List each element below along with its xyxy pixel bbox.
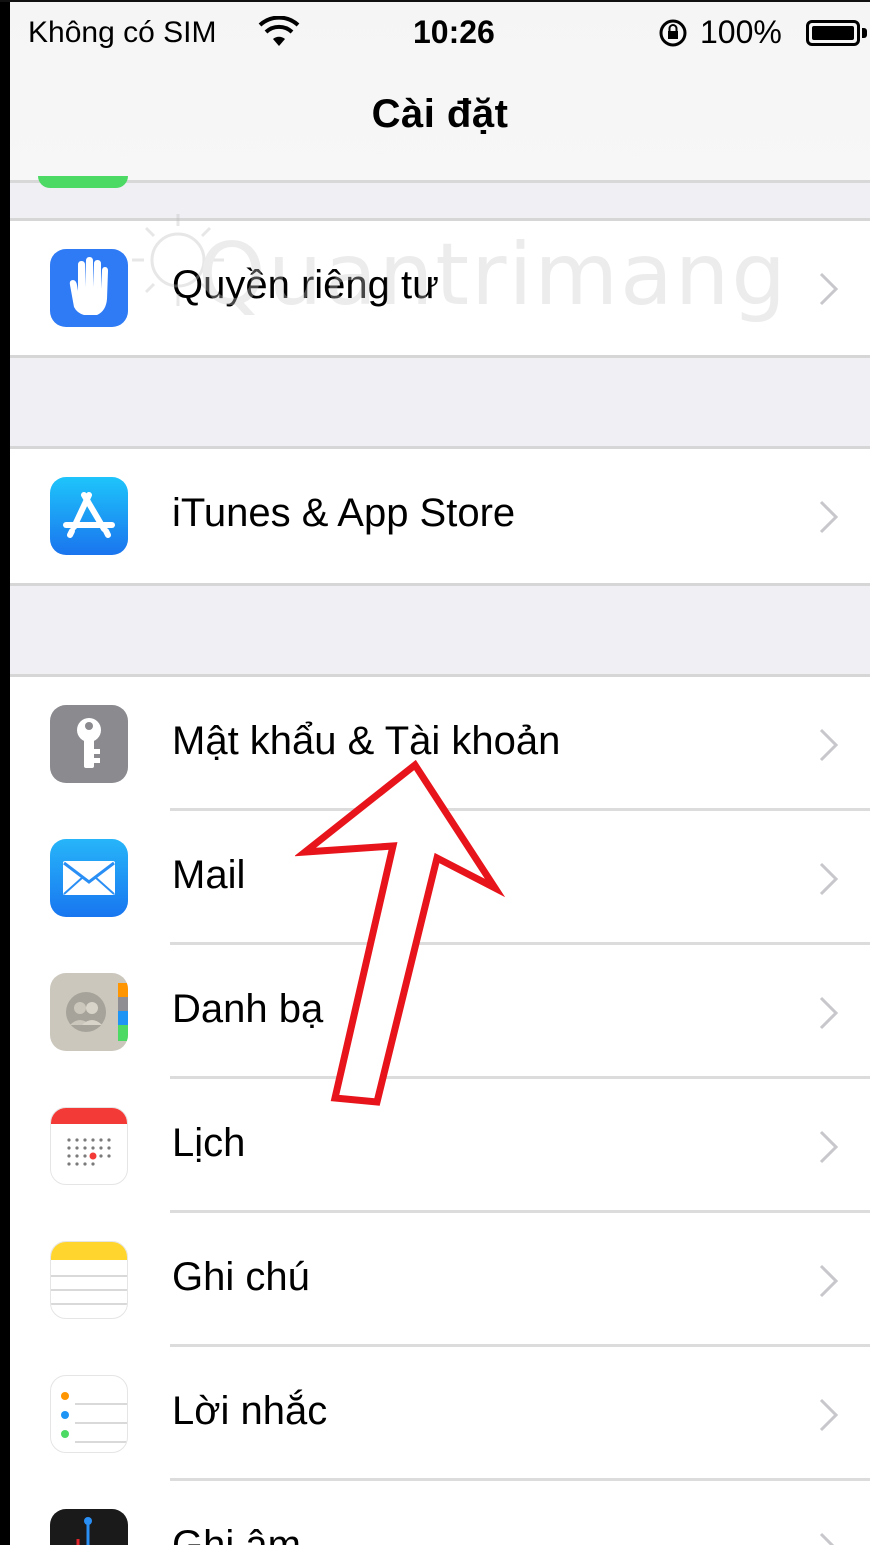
chevron-right-icon [819, 1130, 839, 1164]
status-bar: Không có SIM 10:26 100% [10, 0, 870, 68]
settings-row-label: Ghi âm [172, 1523, 301, 1545]
app-store-group: iTunes & App Store [10, 446, 870, 586]
battery-icon [806, 20, 860, 46]
settings-row-itunes-app-store[interactable]: iTunes & App Store [10, 449, 870, 583]
page-title: Cài đặt [371, 92, 509, 136]
clock: 10:26 [413, 14, 495, 50]
settings-row-label: iTunes & App Store [172, 491, 516, 535]
settings-row-voice-memos[interactable]: Ghi âm [10, 1481, 870, 1545]
battery-tip [862, 28, 867, 38]
accounts-apps-group: Mật khẩu & Tài khoản Mail Danh bạ Lịch G… [10, 674, 870, 1545]
settings-row-label: Mail [172, 853, 246, 897]
settings-row-label: Lịch [172, 1121, 246, 1165]
settings-row-label: Quyền riêng tư [172, 263, 439, 307]
navigation-header: Không có SIM 10:26 100% Cài đặt [10, 0, 870, 183]
settings-row-label: Ghi chú [172, 1255, 310, 1299]
frame-border-top [0, 0, 870, 2]
settings-row-label: Mật khẩu & Tài khoản [172, 719, 561, 763]
settings-row-reminders[interactable]: Lời nhắc [10, 1347, 870, 1481]
reminders-icon [50, 1375, 128, 1453]
settings-row-label: Lời nhắc [172, 1389, 328, 1433]
voice-memo-icon [50, 1509, 128, 1545]
phone-screen: Không có SIM 10:26 100% Cài đặt Quyền ri… [0, 0, 870, 1545]
battery-percent: 100% [700, 14, 782, 50]
frame-border-left [0, 0, 10, 1545]
envelope-icon [50, 839, 128, 917]
settings-row-calendar[interactable]: Lịch [10, 1079, 870, 1213]
privacy-group: Quyền riêng tư [10, 218, 870, 358]
settings-row-passwords-accounts[interactable]: Mật khẩu & Tài khoản [10, 677, 870, 811]
chevron-right-icon [819, 862, 839, 896]
notes-icon [50, 1241, 128, 1319]
wifi-icon [258, 16, 300, 46]
carrier-label: Không có SIM [28, 16, 217, 49]
chevron-right-icon [819, 728, 839, 762]
calendar-icon [50, 1107, 128, 1185]
chevron-right-icon [819, 1398, 839, 1432]
app-store-icon [50, 477, 128, 555]
chevron-right-icon [819, 272, 839, 306]
chevron-right-icon [819, 996, 839, 1030]
chevron-right-icon [819, 500, 839, 534]
settings-row-privacy[interactable]: Quyền riêng tư [10, 221, 870, 355]
settings-row-mail[interactable]: Mail [10, 811, 870, 945]
settings-row-contacts[interactable]: Danh bạ [10, 945, 870, 1079]
chevron-right-icon [819, 1264, 839, 1298]
chevron-right-icon [819, 1532, 835, 1545]
contacts-icon [50, 973, 128, 1051]
settings-row-label: Danh bạ [172, 987, 324, 1031]
previous-row-icon-peek [38, 176, 128, 188]
hand-icon [50, 249, 128, 327]
settings-row-notes[interactable]: Ghi chú [10, 1213, 870, 1347]
key-icon [50, 705, 128, 783]
rotation-lock-icon [659, 19, 687, 47]
